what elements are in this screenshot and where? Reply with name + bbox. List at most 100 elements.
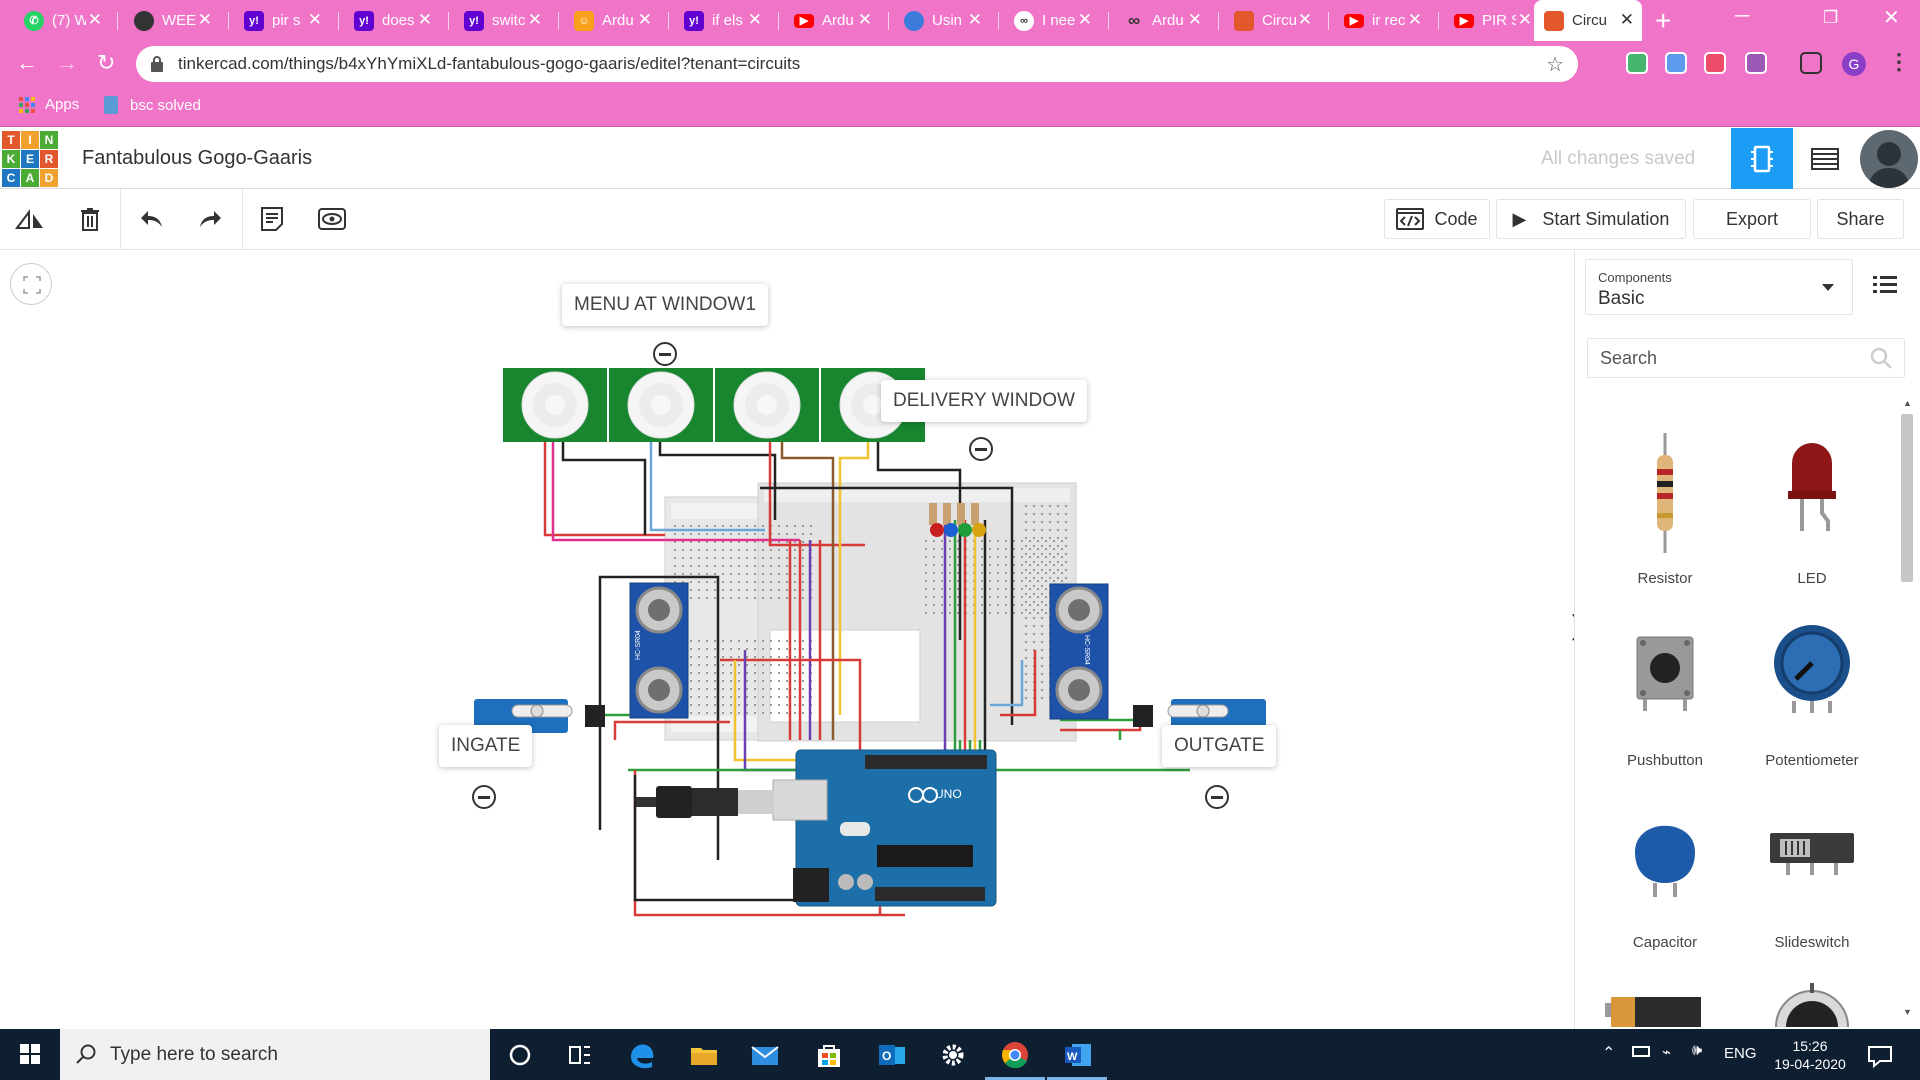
start-button[interactable] (0, 1029, 60, 1080)
language-indicator[interactable]: ENG (1724, 1045, 1757, 1062)
delete-button[interactable] (74, 203, 106, 235)
show-hidden-icons-chevron-icon[interactable]: ⌃ (1602, 1043, 1615, 1063)
component-slideswitch[interactable]: Slideswitch (1742, 797, 1882, 957)
menu-icon[interactable]: ⋮ (1888, 49, 1910, 75)
component-pushbutton[interactable]: Pushbutton (1595, 615, 1735, 775)
close-icon[interactable]: ✕ (308, 10, 322, 30)
close-icon[interactable]: ✕ (1188, 10, 1202, 30)
component-search-input[interactable] (1587, 338, 1905, 378)
code-button[interactable]: Code (1384, 199, 1490, 239)
minimize-button[interactable]: ─ (1735, 5, 1749, 28)
taskbar-search-box[interactable]: Type here to search (60, 1029, 490, 1080)
edge-browser-icon[interactable] (626, 1039, 658, 1071)
components-dropdown[interactable]: Components Basic (1585, 259, 1853, 315)
collapse-note-button[interactable] (1205, 785, 1229, 809)
tab-circuits-1[interactable]: Circu ✕ (1224, 0, 1320, 41)
component-potentiometer[interactable]: Potentiometer (1742, 615, 1882, 775)
network-icon[interactable]: ⌁ (1662, 1043, 1671, 1061)
rotate-button[interactable] (14, 203, 46, 235)
tab-using[interactable]: Usin ✕ (894, 0, 990, 41)
close-icon[interactable]: ✕ (858, 10, 872, 30)
extension-icon[interactable] (1745, 52, 1767, 74)
tab-switch[interactable]: y! switc ✕ (454, 0, 550, 41)
notes-button[interactable] (256, 203, 288, 235)
design-title[interactable]: Fantabulous Gogo-Gaaris (82, 147, 312, 170)
component-resistor[interactable]: Resistor (1595, 433, 1735, 593)
bookmark-bsc-solved[interactable]: bsc solved (104, 96, 201, 114)
word-icon[interactable]: W (1062, 1039, 1094, 1071)
extension-icon[interactable] (1665, 52, 1687, 74)
ultrasonic-sensor-left[interactable]: HC-SR04 (629, 582, 689, 719)
close-icon[interactable]: ✕ (528, 10, 542, 30)
close-icon[interactable]: ✕ (1620, 10, 1634, 30)
circuit-view-button[interactable] (1731, 128, 1793, 189)
undo-button[interactable] (136, 203, 168, 235)
volume-icon[interactable]: 🕪 (1692, 1042, 1702, 1060)
circuit-canvas[interactable]: HC-SR04 HC-SR04 UNO MENU AT WINDOW1 DELI… (0, 251, 1574, 1029)
tab-instructables[interactable]: ☺ Ardu ✕ (564, 0, 660, 41)
tab-pir-search[interactable]: y! pir s ✕ (234, 0, 330, 41)
close-icon[interactable]: ✕ (1298, 10, 1312, 30)
close-icon[interactable]: ✕ (418, 10, 432, 30)
note-ingate[interactable]: INGATE (439, 725, 533, 767)
back-button[interactable]: ← (16, 50, 38, 76)
toggle-notes-visibility-button[interactable] (316, 203, 348, 235)
task-view-icon[interactable] (564, 1039, 596, 1071)
bookmark-star-icon[interactable]: ☆ (1546, 52, 1564, 77)
outlook-icon[interactable]: O (876, 1039, 908, 1071)
user-avatar[interactable] (1860, 130, 1918, 188)
bookmark-apps[interactable]: Apps (19, 96, 79, 113)
profile-avatar[interactable]: G (1842, 52, 1866, 76)
close-icon[interactable]: ✕ (748, 10, 762, 30)
redo-button[interactable] (194, 203, 226, 235)
collapse-note-button[interactable] (653, 342, 677, 366)
component-capacitor[interactable]: Capacitor (1595, 797, 1735, 957)
ultrasonic-sensor-right[interactable]: HC-SR04 (1049, 583, 1109, 720)
tab-arduino-forum[interactable]: ∞ Ardu ✕ (1114, 0, 1210, 41)
note-menu-at-window1[interactable]: MENU AT WINDOW1 (562, 284, 768, 326)
store-icon[interactable] (813, 1039, 845, 1071)
tab-wee[interactable]: WEE ✕ (124, 0, 220, 41)
close-icon[interactable]: ✕ (1078, 10, 1092, 30)
tinkercad-logo[interactable]: T I N K E R C A D (2, 131, 58, 187)
new-tab-button[interactable]: + (1655, 5, 1671, 37)
file-explorer-icon[interactable] (688, 1039, 720, 1071)
component-coin-battery[interactable] (1742, 973, 1882, 1027)
notification-center-icon[interactable] (1866, 1039, 1894, 1071)
forward-button[interactable]: → (56, 50, 78, 76)
tab-does[interactable]: y! does ✕ (344, 0, 440, 41)
battery-icon[interactable] (1632, 1046, 1650, 1057)
scroll-down-icon[interactable]: ▼ (1903, 1007, 1912, 1017)
chrome-icon[interactable] (999, 1039, 1031, 1071)
url-field[interactable]: tinkercad.com/things/b4xYhYmiXLd-fantabu… (136, 46, 1578, 82)
pir-sensor-3[interactable] (715, 368, 819, 442)
note-delivery-window[interactable]: DELIVERY WINDOW (881, 380, 1087, 422)
close-icon[interactable]: ✕ (1408, 10, 1422, 30)
close-window-button[interactable]: ✕ (1883, 5, 1900, 30)
close-icon[interactable]: ✕ (88, 10, 102, 30)
breadboard-right[interactable] (757, 482, 1077, 742)
close-icon[interactable]: ✕ (638, 10, 652, 30)
panel-scrollbar-thumb[interactable] (1901, 414, 1913, 582)
cortana-icon[interactable] (504, 1039, 536, 1071)
scroll-up-icon[interactable]: ▲ (1903, 398, 1912, 408)
reload-button[interactable]: ↻ (97, 50, 115, 76)
component-list-view-button[interactable] (1794, 128, 1856, 189)
tab-i-need[interactable]: ∞ I nee ✕ (1004, 0, 1100, 41)
list-view-icon[interactable] (1873, 275, 1897, 295)
search-icon[interactable] (1869, 346, 1893, 370)
pir-sensor-1[interactable] (503, 368, 607, 442)
tab-whatsapp[interactable]: ✆ (7) W ✕ (14, 0, 110, 41)
note-outgate[interactable]: OUTGATE (1162, 725, 1277, 767)
share-button[interactable]: Share (1817, 199, 1904, 239)
tab-youtube-arduino[interactable]: ▶ Ardu ✕ (784, 0, 880, 41)
start-simulation-button[interactable]: ▶ Start Simulation (1496, 199, 1686, 239)
pir-sensor-2[interactable] (609, 368, 713, 442)
extension-icon[interactable] (1704, 52, 1726, 74)
close-icon[interactable]: ✕ (968, 10, 982, 30)
tab-ir-receiver[interactable]: ▶ ir rec ✕ (1334, 0, 1430, 41)
close-icon[interactable]: ✕ (198, 10, 212, 30)
tab-if-else[interactable]: y! if els ✕ (674, 0, 770, 41)
tab-circuits-active[interactable]: Circu ✕ (1534, 0, 1642, 41)
component-battery[interactable] (1595, 993, 1735, 1027)
